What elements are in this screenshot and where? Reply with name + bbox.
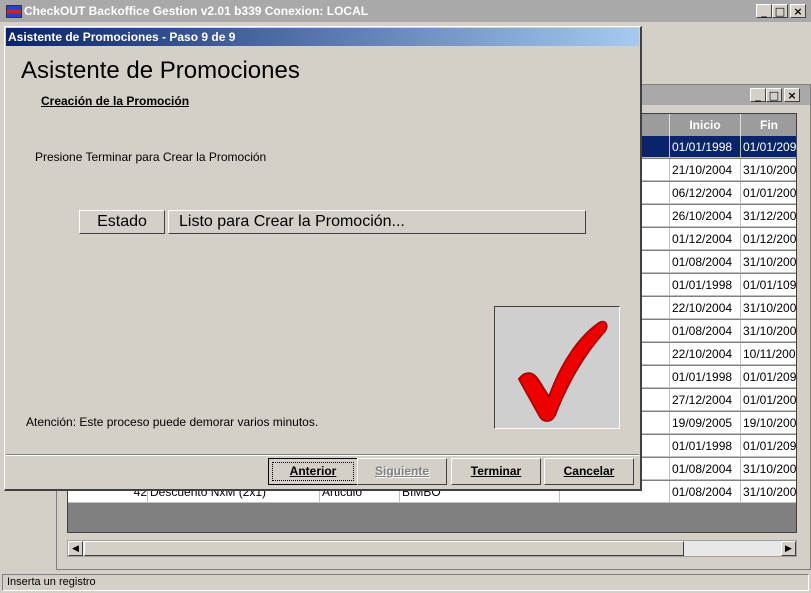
terminar-button[interactable]: Terminar xyxy=(451,458,541,485)
wizard-title-bar: Asistente de Promociones - Paso 9 de 9 xyxy=(6,28,639,46)
wizard-dialog: Asistente de Promociones - Paso 9 de 9 A… xyxy=(4,26,642,491)
table-cell-inicio[interactable]: 01/01/1998 xyxy=(670,366,741,388)
table-cell-fin[interactable]: 01/01/200 xyxy=(741,182,796,204)
table-cell-fin[interactable]: 10/11/200 xyxy=(741,343,796,365)
table-cell-inicio[interactable]: 01/01/1998 xyxy=(670,435,741,457)
cancelar-button[interactable]: Cancelar xyxy=(544,458,634,485)
checkmark-image xyxy=(494,306,620,429)
table-cell-fin[interactable]: 31/12/200 xyxy=(741,205,796,227)
wizard-subheading: Creación de la Promoción xyxy=(41,94,190,108)
table-cell-fin[interactable]: 19/10/200 xyxy=(741,412,796,434)
app-title-bar: CheckOUT Backoffice Gestion v2.01 b339 C… xyxy=(0,0,811,22)
status-bar: Inserta un registro xyxy=(2,574,809,591)
table-cell-inicio[interactable]: 01/01/1998 xyxy=(670,274,741,296)
child-maximize-icon[interactable]: □ xyxy=(766,88,782,102)
checkmark-icon xyxy=(517,320,608,422)
table-cell-inicio[interactable]: 06/12/2004 xyxy=(670,182,741,204)
column-header-inicio[interactable]: Inicio xyxy=(670,114,741,136)
table-cell-inicio[interactable]: 01/01/1998 xyxy=(670,136,741,158)
table-cell-inicio[interactable]: 22/10/2004 xyxy=(670,297,741,319)
table-cell-inicio[interactable]: 01/08/2004 xyxy=(670,458,741,480)
wizard-warning: Atención: Este proceso puede demorar var… xyxy=(26,415,319,429)
table-cell-inicio[interactable]: 01/08/2004 xyxy=(670,481,741,503)
child-close-icon[interactable]: × xyxy=(784,88,800,102)
scroll-left-icon[interactable]: ◀ xyxy=(68,541,83,556)
scroll-thumb[interactable] xyxy=(84,541,684,556)
table-cell-inicio[interactable]: 19/09/2005 xyxy=(670,412,741,434)
table-cell-inicio[interactable]: 21/10/2004 xyxy=(670,159,741,181)
table-cell-fin[interactable]: 01/01/209 xyxy=(741,136,796,158)
anterior-button[interactable]: Anterior xyxy=(268,458,358,485)
scroll-right-icon[interactable]: ▶ xyxy=(781,541,796,556)
table-cell-fin[interactable]: 31/10/200 xyxy=(741,481,796,503)
estado-label: Estado xyxy=(79,210,165,234)
minimize-icon[interactable]: _ xyxy=(756,4,772,18)
table-cell-inicio[interactable]: 26/10/2004 xyxy=(670,205,741,227)
table-cell-fin[interactable]: 31/10/200 xyxy=(741,251,796,273)
table-cell-fin[interactable]: 01/01/209 xyxy=(741,435,796,457)
maximize-icon[interactable]: □ xyxy=(772,4,788,18)
table-cell-inicio[interactable]: 01/08/2004 xyxy=(670,320,741,342)
table-cell-fin[interactable]: 31/10/200 xyxy=(741,458,796,480)
table-cell-inicio[interactable]: 27/12/2004 xyxy=(670,389,741,411)
table-cell-fin[interactable]: 01/01/200 xyxy=(741,389,796,411)
app-title: CheckOUT Backoffice Gestion v2.01 b339 C… xyxy=(24,4,369,18)
table-cell-fin[interactable]: 31/10/200 xyxy=(741,297,796,319)
table-cell-fin[interactable]: 01/01/209 xyxy=(741,366,796,388)
table-cell-fin[interactable]: 31/10/200 xyxy=(741,159,796,181)
wizard-heading: Asistente de Promociones xyxy=(21,57,300,84)
siguiente-button[interactable]: Siguiente xyxy=(357,458,447,485)
app-icon xyxy=(6,5,22,18)
wizard-instruction: Presione Terminar para Crear la Promoció… xyxy=(35,150,267,164)
column-header-fin[interactable]: Fin xyxy=(741,114,796,136)
horizontal-scrollbar[interactable]: ◀ ▶ xyxy=(67,540,797,557)
estado-value: Listo para Crear la Promoción... xyxy=(168,210,586,234)
close-icon[interactable]: × xyxy=(790,4,806,18)
table-cell-fin[interactable]: 01/01/109 xyxy=(741,274,796,296)
table-cell-fin[interactable]: 31/10/200 xyxy=(741,320,796,342)
table-cell-fin[interactable]: 01/12/200 xyxy=(741,228,796,250)
table-cell-inicio[interactable]: 01/12/2004 xyxy=(670,228,741,250)
table-cell-inicio[interactable]: 01/08/2004 xyxy=(670,251,741,273)
child-minimize-icon[interactable]: _ xyxy=(750,88,766,102)
table-cell-inicio[interactable]: 22/10/2004 xyxy=(670,343,741,365)
separator xyxy=(6,454,639,456)
